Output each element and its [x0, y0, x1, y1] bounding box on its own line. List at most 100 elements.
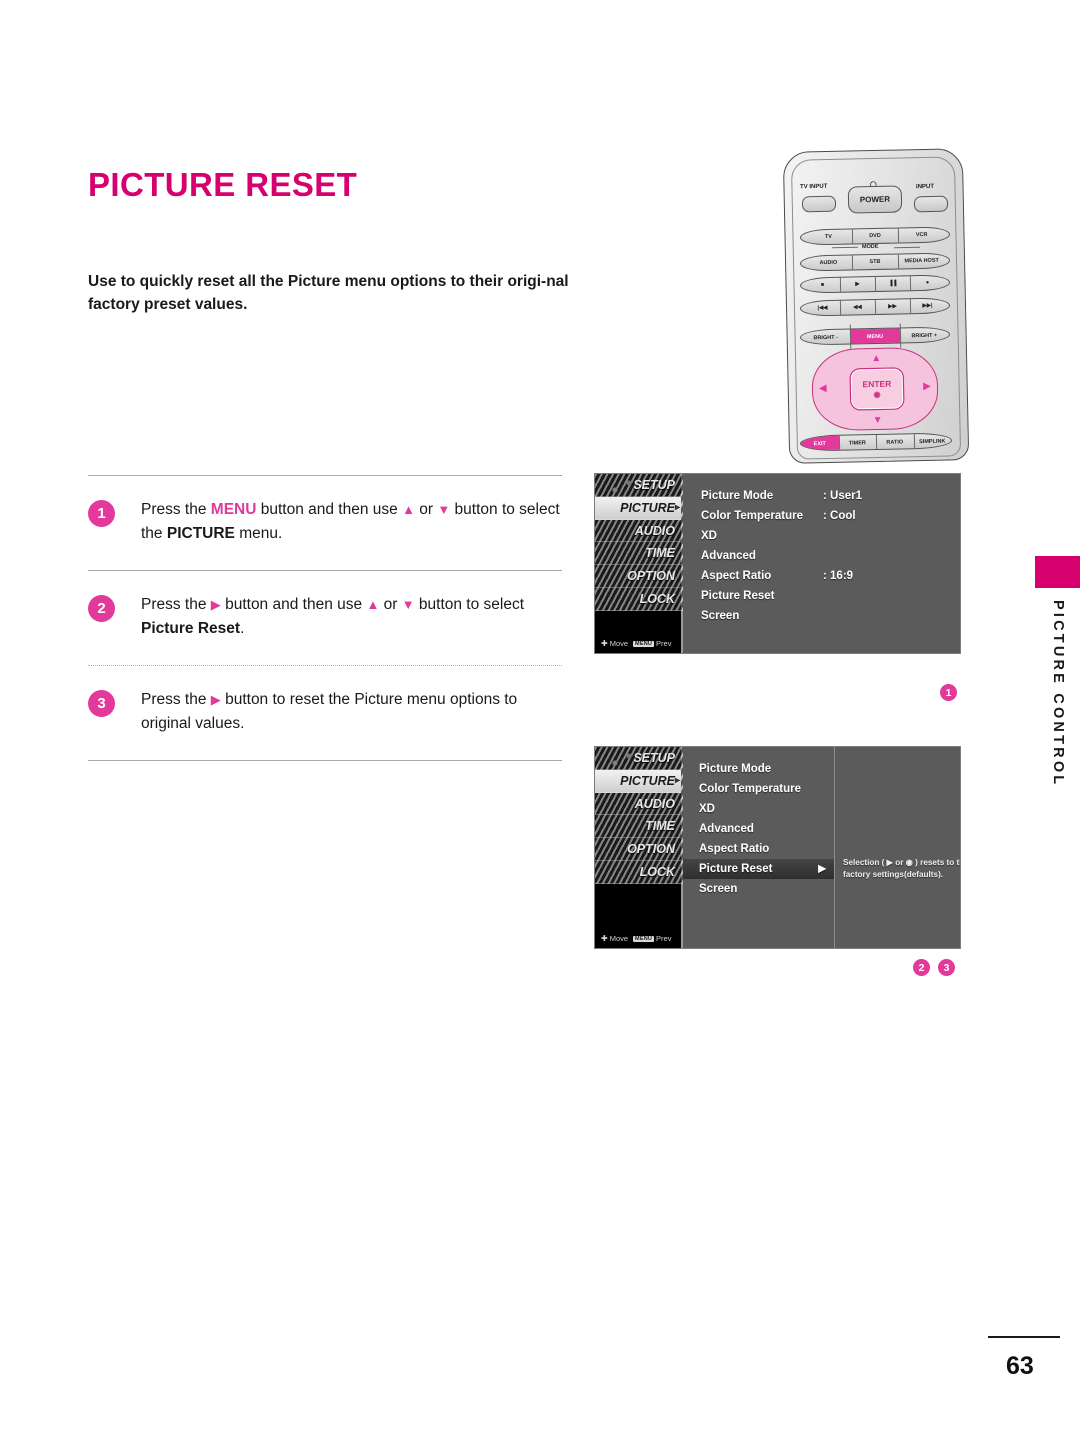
remote-button-input[interactable]	[913, 195, 949, 213]
remote-button-power[interactable]: POWER	[847, 185, 903, 214]
osd-nav-item-setup[interactable]: SETUP	[595, 747, 681, 770]
remote-mode-row-1: TV DVD VCR	[799, 226, 951, 246]
down-arrow-icon: ▼	[437, 502, 451, 517]
record-icon[interactable]: ●	[910, 280, 945, 287]
osd1-nav: SETUP PICTURE AUDIO TIME OPTION LOCK	[595, 474, 681, 611]
remote-button-exit[interactable]: EXIT	[800, 435, 839, 451]
osd1-label-picture-mode: Picture Mode	[701, 490, 774, 502]
step2-part3: or	[379, 596, 402, 613]
osd2-menu-list: Picture Mode Color Temperature XD Advanc…	[683, 747, 835, 948]
osd-nav-item-picture[interactable]: PICTURE	[595, 769, 681, 793]
osd-nav-item-audio[interactable]: AUDIO	[595, 793, 681, 816]
osd-nav-item-time[interactable]: TIME	[595, 815, 681, 839]
fast-forward-icon[interactable]: ▶▶	[875, 303, 910, 310]
osd2-label-screen: Screen	[699, 883, 738, 895]
dpad-left-icon[interactable]: ◀	[819, 383, 827, 394]
remote-button-enter[interactable]: ENTER ◉	[850, 368, 904, 410]
remote-dpad[interactable]: ▲ ▼ ◀ ▶ ENTER ◉	[811, 346, 939, 432]
osd-nav-item-picture[interactable]: PICTURE	[595, 496, 681, 520]
osd1-row-picture-mode[interactable]: Picture Mode : User1	[683, 486, 960, 506]
osd1-row-xd[interactable]: XD	[683, 526, 960, 546]
remote-button-ratio[interactable]: RATIO	[876, 434, 914, 449]
rewind-icon[interactable]: ◀◀	[840, 304, 875, 311]
step3-part1: Press the	[141, 691, 211, 708]
enter-dot-icon: ◉	[873, 389, 881, 400]
dpad-right-icon[interactable]: ▶	[923, 381, 931, 392]
osd-nav-item-audio[interactable]: AUDIO	[595, 520, 681, 543]
osd2-row-screen[interactable]: Screen	[683, 879, 834, 899]
remote-button-media-host[interactable]: MEDIA HOST	[898, 258, 945, 265]
step2-part5: .	[240, 620, 245, 637]
osd1-row-screen[interactable]: Screen	[683, 606, 960, 626]
osd2-row-picture-reset[interactable]: Picture Reset ▶	[683, 859, 834, 879]
osd1-sidebar: SETUP PICTURE AUDIO TIME OPTION LOCK ✚Mo…	[595, 474, 683, 653]
osd-move-hint: ✚ Move	[601, 934, 628, 943]
skip-back-icon[interactable]: |◀◀	[805, 305, 840, 312]
down-arrow-icon: ▼	[401, 597, 415, 612]
manual-page: PICTURE RESET Use to quickly reset all t…	[0, 0, 1080, 1439]
remote-button-menu[interactable]: MENU	[850, 328, 900, 344]
osd1-row-picture-reset[interactable]: Picture Reset	[683, 586, 960, 606]
osd2-row-xd[interactable]: XD	[683, 799, 834, 819]
remote-button-bright-plus[interactable]: BRIGHT +	[900, 327, 950, 342]
osd2-sidebar: SETUP PICTURE AUDIO TIME OPTION LOCK ✚Mo…	[595, 747, 683, 948]
osd2-help-text: Selection ( ▶ or ◉ ) resets to the facto…	[843, 858, 961, 879]
right-arrow-icon: ▶	[210, 597, 221, 612]
osd-nav-item-option[interactable]: OPTION	[595, 838, 681, 861]
osd1-row-advanced[interactable]: Advanced	[683, 546, 960, 566]
pause-icon[interactable]: ▐▐	[875, 280, 910, 287]
play-icon[interactable]: ▶	[840, 281, 875, 288]
osd1-label-advanced: Advanced	[701, 550, 756, 562]
remote-button-bright-minus[interactable]: BRIGHT -	[801, 330, 851, 345]
osd2-label-aspect-ratio: Aspect Ratio	[699, 843, 770, 855]
osd2-step-marker-3: 3	[938, 959, 955, 976]
step-badge-2: 2	[88, 595, 115, 622]
dpad-down-icon[interactable]: ▼	[873, 415, 883, 426]
osd2-row-aspect-ratio[interactable]: Aspect Ratio	[683, 839, 834, 859]
page-title: PICTURE RESET	[88, 166, 358, 203]
remote-button-dvd[interactable]: DVD	[852, 233, 899, 240]
osd2-row-color-temperature[interactable]: Color Temperature	[683, 779, 834, 799]
step2-part1: Press the	[141, 596, 211, 613]
remote-button-stb[interactable]: STB	[852, 259, 899, 266]
osd1-value-picture-mode: : User1	[823, 490, 862, 502]
step-3: 3 Press the ▶ button to reset the Pictur…	[88, 666, 562, 760]
divider-3	[88, 760, 562, 761]
osd-prev-label: Prev	[656, 639, 672, 648]
osd2-row-advanced[interactable]: Advanced	[683, 819, 834, 839]
section-tab-label: PICTURE CONTROL	[1050, 600, 1066, 788]
osd2-label-picture-reset: Picture Reset	[699, 863, 773, 875]
osd-nav-item-lock[interactable]: LOCK	[595, 588, 681, 611]
right-arrow-icon: ▶	[210, 692, 221, 707]
page-number: 63	[1006, 1352, 1034, 1380]
remote-button-tv-input[interactable]	[801, 195, 837, 213]
stop-icon[interactable]: ■	[805, 282, 840, 289]
osd1-row-aspect-ratio[interactable]: Aspect Ratio : 16:9	[683, 566, 960, 586]
step1-keyword-picture: PICTURE	[166, 525, 235, 542]
osd-nav-item-setup[interactable]: SETUP	[595, 474, 681, 497]
osd-move-hint: ✚ Move	[601, 639, 628, 648]
skip-forward-icon[interactable]: ▶▶|	[910, 303, 945, 310]
osd-nav-item-time[interactable]: TIME	[595, 542, 681, 566]
osd-nav-item-option[interactable]: OPTION	[595, 565, 681, 588]
osd-screenshot-1: SETUP PICTURE AUDIO TIME OPTION LOCK ✚Mo…	[594, 473, 961, 654]
remote-button-audio[interactable]: AUDIO	[805, 259, 852, 266]
step-2: 2 Press the ▶ button and then use ▲ or ▼…	[88, 571, 562, 665]
step-badge-3: 3	[88, 690, 115, 717]
osd2-label-xd: XD	[699, 803, 715, 815]
remote-label-mode: MODE	[861, 243, 879, 251]
osd1-row-color-temperature[interactable]: Color Temperature : Cool	[683, 506, 960, 526]
remote-button-simplink[interactable]: SIMPLINK	[913, 433, 951, 448]
remote-button-tv[interactable]: TV	[805, 233, 852, 240]
section-tab-accent	[1035, 556, 1080, 588]
osd2-step-marker-2: 2	[913, 959, 930, 976]
osd2-row-picture-mode[interactable]: Picture Mode	[683, 759, 834, 779]
step1-part1: Press the	[141, 501, 211, 518]
osd-nav-item-lock[interactable]: LOCK	[595, 861, 681, 884]
remote-button-timer[interactable]: TIMER	[838, 435, 876, 450]
osd2-label-advanced: Advanced	[699, 823, 754, 835]
up-arrow-icon: ▲	[366, 597, 380, 612]
step2-part4: button to select	[414, 596, 525, 613]
dpad-up-icon[interactable]: ▲	[871, 353, 881, 364]
remote-button-vcr[interactable]: VCR	[898, 232, 945, 239]
